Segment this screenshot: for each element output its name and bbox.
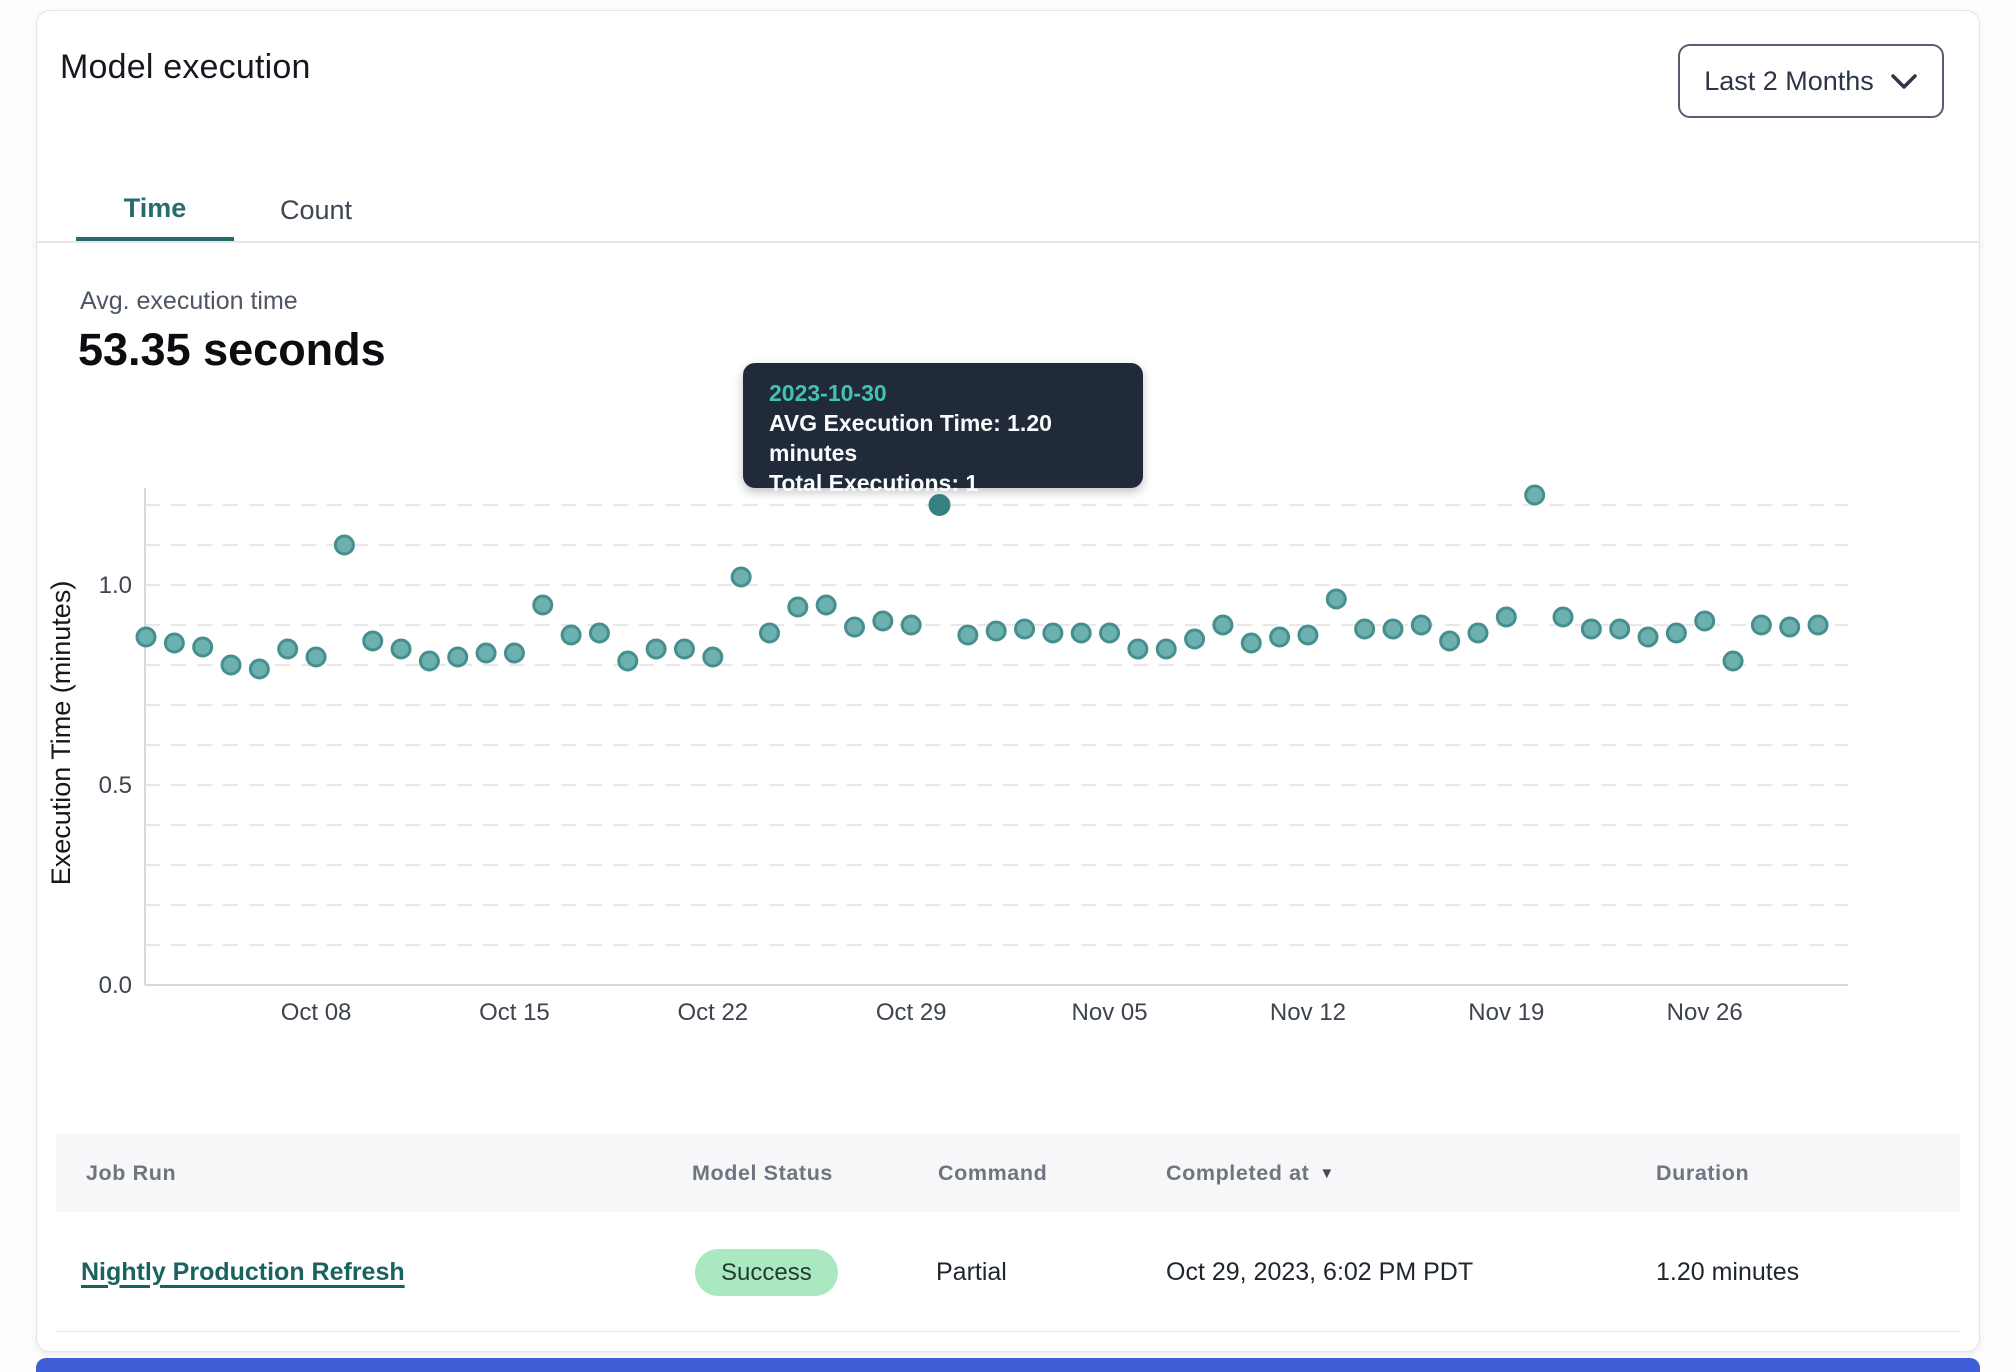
table-row: Nightly Production Refresh Success Parti… bbox=[56, 1212, 1960, 1332]
status-badge: Success bbox=[695, 1249, 838, 1296]
data-point[interactable] bbox=[1469, 624, 1487, 642]
x-tick-label: Nov 19 bbox=[1468, 999, 1544, 1026]
col-duration: Duration bbox=[1656, 1134, 1749, 1212]
data-point[interactable] bbox=[817, 596, 835, 614]
data-point[interactable] bbox=[1781, 618, 1799, 636]
data-point[interactable] bbox=[335, 536, 353, 554]
data-point[interactable] bbox=[1356, 620, 1374, 638]
data-point[interactable] bbox=[1696, 612, 1714, 630]
command-cell: Partial bbox=[936, 1212, 1007, 1332]
data-point[interactable] bbox=[1271, 628, 1289, 646]
data-point-highlighted[interactable] bbox=[930, 496, 949, 515]
execution-time-scatter-chart: 0.0 0.5 1.0 Oct 08 Oct 15 Oct 22 Oct 29 Nov 05 N… bbox=[0, 430, 2016, 1070]
job-run-link[interactable]: Nightly Production Refresh bbox=[81, 1258, 405, 1287]
data-point[interactable] bbox=[1384, 620, 1402, 638]
data-point[interactable] bbox=[1497, 608, 1515, 626]
data-point[interactable] bbox=[874, 612, 892, 630]
date-range-dropdown[interactable]: Last 2 Months bbox=[1678, 44, 1944, 118]
data-point[interactable] bbox=[165, 634, 183, 652]
col-command: Command bbox=[938, 1134, 1047, 1212]
data-point[interactable] bbox=[1611, 620, 1629, 638]
data-point[interactable] bbox=[250, 660, 268, 678]
data-point[interactable] bbox=[194, 638, 212, 656]
data-point[interactable] bbox=[959, 626, 977, 644]
duration-cell: 1.20 minutes bbox=[1656, 1212, 1799, 1332]
data-point[interactable] bbox=[846, 618, 864, 636]
data-point[interactable] bbox=[1554, 608, 1572, 626]
data-point[interactable] bbox=[279, 640, 297, 658]
tooltip-date: 2023-10-30 bbox=[769, 378, 1117, 408]
tab-count[interactable]: Count bbox=[234, 180, 398, 241]
y-axis-title: Execution Time (minutes) bbox=[46, 581, 76, 886]
col-completed-at[interactable]: Completed at ▼ bbox=[1166, 1134, 1335, 1212]
data-point[interactable] bbox=[704, 648, 722, 666]
x-tick-label: Nov 05 bbox=[1072, 999, 1148, 1026]
data-point[interactable] bbox=[1016, 620, 1034, 638]
data-point[interactable] bbox=[902, 616, 920, 634]
data-point[interactable] bbox=[449, 648, 467, 666]
data-point[interactable] bbox=[505, 644, 523, 662]
data-point[interactable] bbox=[534, 596, 552, 614]
data-point[interactable] bbox=[1412, 616, 1430, 634]
col-model-status: Model Status bbox=[692, 1134, 833, 1212]
sort-desc-icon: ▼ bbox=[1319, 1165, 1334, 1182]
metric-label: Avg. execution time bbox=[80, 287, 298, 316]
data-point[interactable] bbox=[1639, 628, 1657, 646]
x-tick-label: Oct 08 bbox=[281, 999, 352, 1026]
y-tick-label: 0.5 bbox=[99, 772, 132, 799]
x-tick-label: Oct 15 bbox=[479, 999, 550, 1026]
table-header: Job Run Model Status Command Completed a… bbox=[56, 1134, 1960, 1212]
data-point[interactable] bbox=[222, 656, 240, 674]
tab-time[interactable]: Time bbox=[76, 180, 234, 241]
data-point[interactable] bbox=[1157, 640, 1175, 658]
x-tick-label: Oct 29 bbox=[876, 999, 947, 1026]
job-run-cell: Nightly Production Refresh bbox=[81, 1212, 405, 1332]
chevron-down-icon bbox=[1890, 73, 1918, 90]
data-point[interactable] bbox=[647, 640, 665, 658]
data-point[interactable] bbox=[420, 652, 438, 670]
data-point[interactable] bbox=[392, 640, 410, 658]
data-point[interactable] bbox=[1101, 624, 1119, 642]
data-point[interactable] bbox=[1214, 616, 1232, 634]
data-point[interactable] bbox=[1441, 632, 1459, 650]
data-point[interactable] bbox=[1667, 624, 1685, 642]
y-tick-label: 0.0 bbox=[99, 972, 132, 999]
col-job-run: Job Run bbox=[86, 1134, 176, 1212]
data-point[interactable] bbox=[1526, 486, 1544, 504]
tabs-bar: Time Count bbox=[37, 180, 1979, 243]
data-point[interactable] bbox=[590, 624, 608, 642]
date-range-label: Last 2 Months bbox=[1704, 66, 1874, 97]
data-point[interactable] bbox=[987, 622, 1005, 640]
data-point[interactable] bbox=[619, 652, 637, 670]
x-tick-label: Nov 26 bbox=[1667, 999, 1743, 1026]
data-point[interactable] bbox=[1582, 620, 1600, 638]
data-point[interactable] bbox=[307, 648, 325, 666]
data-point[interactable] bbox=[732, 568, 750, 586]
data-point[interactable] bbox=[1724, 652, 1742, 670]
data-point[interactable] bbox=[562, 626, 580, 644]
data-point[interactable] bbox=[1072, 624, 1090, 642]
data-point[interactable] bbox=[675, 640, 693, 658]
metric-value: 53.35 seconds bbox=[78, 324, 386, 376]
data-point[interactable] bbox=[1299, 626, 1317, 644]
data-point[interactable] bbox=[137, 628, 155, 646]
data-point[interactable] bbox=[760, 624, 778, 642]
x-tick-label: Nov 12 bbox=[1270, 999, 1346, 1026]
data-point[interactable] bbox=[1129, 640, 1147, 658]
data-point[interactable] bbox=[1809, 616, 1827, 634]
data-point[interactable] bbox=[1044, 624, 1062, 642]
page: Model execution Last 2 Months Time Count… bbox=[0, 0, 2016, 1372]
y-tick-label: 1.0 bbox=[99, 572, 132, 599]
x-tick-label: Oct 22 bbox=[677, 999, 748, 1026]
next-section-edge bbox=[36, 1358, 1980, 1372]
data-point[interactable] bbox=[1186, 630, 1204, 648]
data-point[interactable] bbox=[364, 632, 382, 650]
data-point[interactable] bbox=[1327, 590, 1345, 608]
page-title: Model execution bbox=[60, 48, 311, 87]
data-point[interactable] bbox=[1242, 634, 1260, 652]
data-point[interactable] bbox=[477, 644, 495, 662]
data-point[interactable] bbox=[789, 598, 807, 616]
completed-at-cell: Oct 29, 2023, 6:02 PM PDT bbox=[1166, 1212, 1473, 1332]
data-point[interactable] bbox=[1752, 616, 1770, 634]
